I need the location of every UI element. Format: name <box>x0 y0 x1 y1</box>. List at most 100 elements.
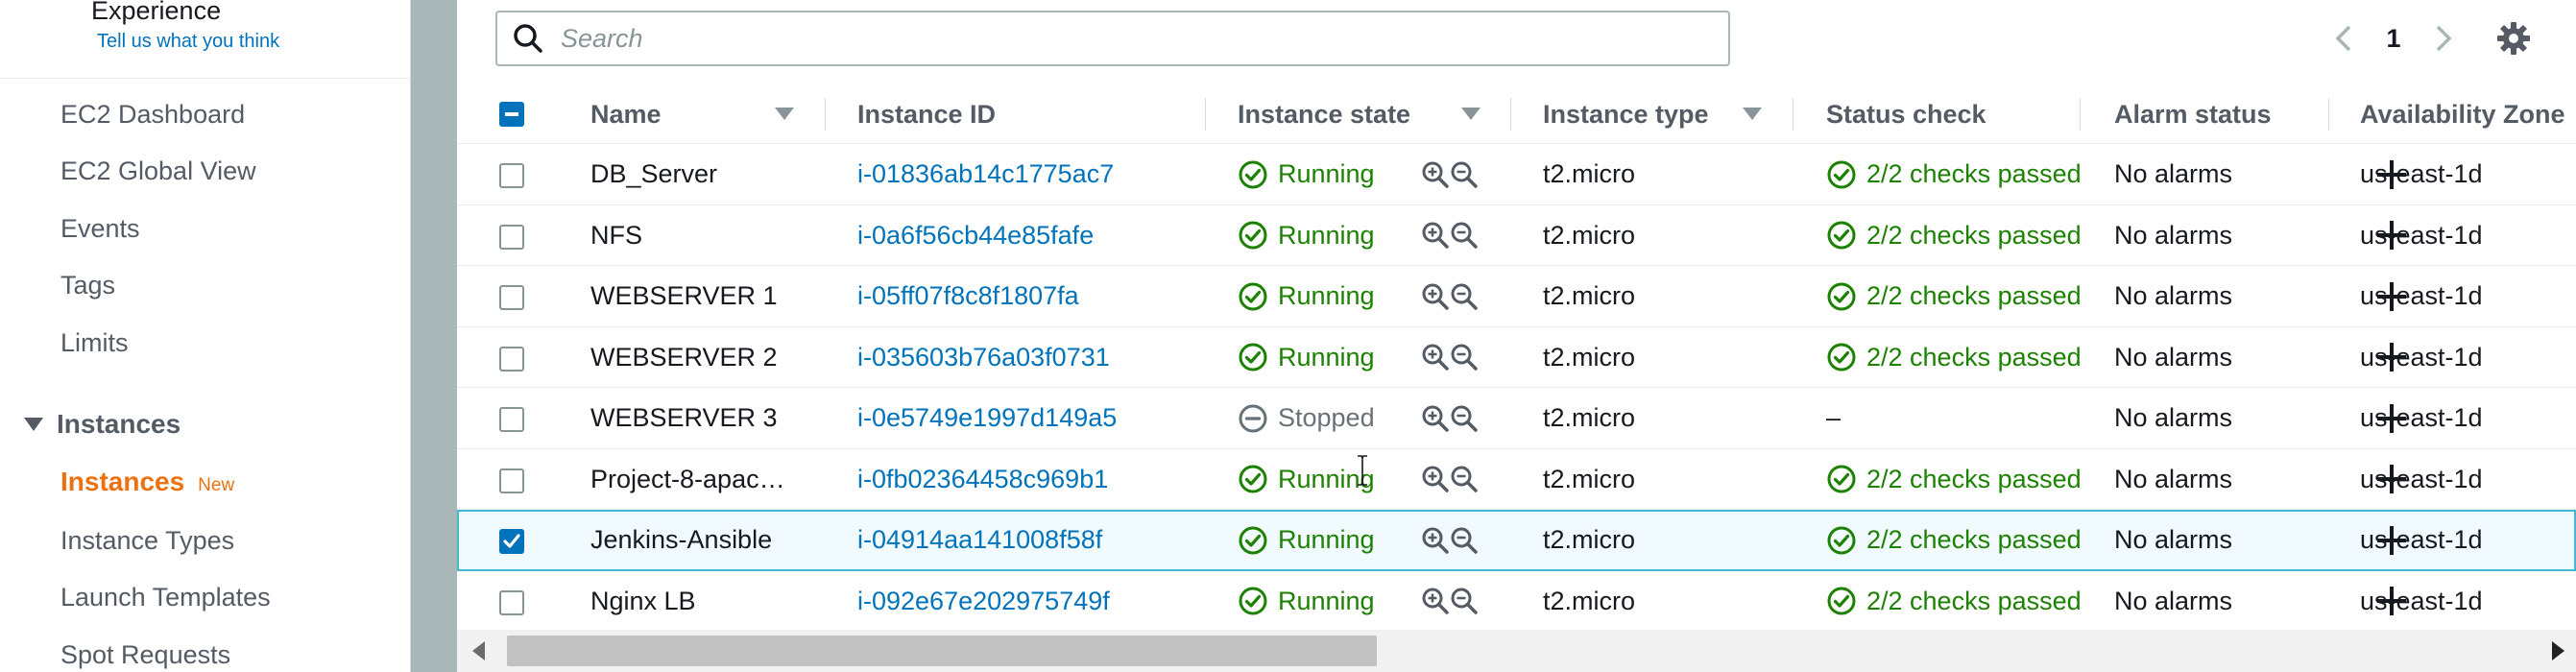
instance-id-link[interactable]: i-0a6f56cb44e85fafe <box>857 205 1094 266</box>
instance-id-link[interactable]: i-092e67e202975749f <box>857 571 1110 632</box>
search-input[interactable] <box>561 23 1665 54</box>
column-header-instance-state[interactable]: Instance state <box>1238 84 1410 144</box>
alarm-status: No alarms <box>2114 281 2233 310</box>
table-row[interactable]: Nginx LB i-092e67e202975749f Running t2.… <box>457 571 2576 632</box>
column-divider[interactable] <box>2080 98 2081 131</box>
chevron-left-icon[interactable] <box>2327 17 2360 60</box>
column-divider[interactable] <box>825 98 826 131</box>
row-checkbox[interactable] <box>499 163 524 188</box>
gear-icon[interactable] <box>2494 19 2533 58</box>
instance-state-label: Running <box>1278 586 1375 615</box>
feedback-link[interactable]: Tell us what you think <box>97 31 279 53</box>
instance-state: Running <box>1238 327 1375 388</box>
check-circle-icon <box>1826 281 1857 312</box>
sidebar-item-launch-templates[interactable]: Launch Templates <box>60 583 271 612</box>
alarm-status: No alarms <box>2114 464 2233 493</box>
instance-id-link[interactable]: i-01836ab14c1775ac7 <box>857 144 1114 204</box>
scroll-left-icon[interactable] <box>472 641 485 660</box>
zoom-in-icon[interactable] <box>1421 404 1450 433</box>
instance-id-link[interactable]: i-05ff07f8c8f1807fa <box>857 266 1079 326</box>
row-checkbox[interactable] <box>499 407 524 432</box>
instance-id-link[interactable]: i-0fb02364458c969b1 <box>857 449 1108 510</box>
table-row[interactable]: NFS i-0a6f56cb44e85fafe Running t2.micro <box>457 205 2576 266</box>
select-all-checkbox[interactable] <box>499 102 524 127</box>
column-divider[interactable] <box>1205 98 1206 131</box>
filter-icon[interactable] <box>1743 108 1762 120</box>
sidebar-item-spot-requests[interactable]: Spot Requests <box>60 640 230 670</box>
table-row[interactable]: Project-8-apac… i-0fb02364458c969b1 Runn… <box>457 449 2576 510</box>
horizontal-scrollbar[interactable] <box>457 630 2576 672</box>
scrollbar-thumb[interactable] <box>507 636 1377 666</box>
table-row[interactable]: WEBSERVER 2 i-035603b76a03f0731 Running … <box>457 327 2576 388</box>
zoom-out-icon[interactable] <box>1450 587 1479 615</box>
instance-id-link[interactable]: i-035603b76a03f0731 <box>857 327 1110 388</box>
instance-id-link[interactable]: i-0e5749e1997d149a5 <box>857 388 1117 448</box>
zoom-in-icon[interactable] <box>1421 221 1450 250</box>
zoom-out-icon[interactable] <box>1450 343 1479 372</box>
zoom-in-icon[interactable] <box>1421 587 1450 615</box>
sidebar-item-ec2-dashboard[interactable]: EC2 Dashboard <box>60 100 245 130</box>
sidebar-item-limits[interactable]: Limits <box>60 328 129 358</box>
zoom-out-icon[interactable] <box>1450 404 1479 433</box>
column-divider[interactable] <box>2328 98 2329 131</box>
alarm-status: No alarms <box>2114 525 2233 554</box>
sidebar-item-instances[interactable]: Instances New <box>60 467 234 497</box>
row-checkbox[interactable] <box>499 285 524 310</box>
new-badge: New <box>198 475 235 495</box>
column-header-status-check[interactable]: Status check <box>1826 84 1986 144</box>
status-check-label: 2/2 checks passed <box>1866 159 2082 188</box>
column-header-availability-zone[interactable]: Availability Zone <box>2360 84 2565 144</box>
sidebar-item-instance-types[interactable]: Instance Types <box>60 526 234 556</box>
column-header-alarm-status[interactable]: Alarm status <box>2114 84 2272 144</box>
row-checkbox[interactable] <box>499 224 524 250</box>
zoom-in-icon[interactable] <box>1421 526 1450 555</box>
instance-type: t2.micro <box>1543 342 1636 372</box>
instance-id-link[interactable]: i-04914aa141008f58f <box>857 510 1102 570</box>
chevron-right-icon[interactable] <box>2427 17 2460 60</box>
sidebar-section-instances[interactable]: Instances <box>24 407 181 442</box>
zoom-out-icon[interactable] <box>1450 160 1479 189</box>
zoom-out-icon[interactable] <box>1450 221 1479 250</box>
row-checkbox[interactable] <box>499 346 524 372</box>
filter-icon[interactable] <box>775 108 794 120</box>
zoom-out-icon[interactable] <box>1450 282 1479 311</box>
instance-state-label: Running <box>1278 525 1375 554</box>
zoom-in-icon[interactable] <box>1421 160 1450 189</box>
panel-resize-gutter[interactable] <box>411 0 457 672</box>
row-checkbox[interactable] <box>499 529 524 554</box>
search-box <box>495 11 1730 66</box>
page-number[interactable]: 1 <box>2360 24 2427 54</box>
instance-name: DB_Server <box>590 159 718 188</box>
sidebar-item-label: Instances <box>60 467 185 496</box>
instance-name: WEBSERVER 1 <box>590 281 778 310</box>
sidebar-item-ec2-global-view[interactable]: EC2 Global View <box>60 156 256 186</box>
table-row[interactable]: WEBSERVER 3 i-0e5749e1997d149a5 Stopped … <box>457 388 2576 449</box>
instance-type: t2.micro <box>1543 159 1636 188</box>
alarm-status: No alarms <box>2114 342 2233 372</box>
row-checkbox[interactable] <box>499 468 524 493</box>
table-row[interactable]: Jenkins-Ansible i-04914aa141008f58f Runn… <box>457 510 2576 571</box>
zoom-in-icon[interactable] <box>1421 343 1450 372</box>
sidebar-item-events[interactable]: Events <box>60 214 140 244</box>
column-header-name[interactable]: Name <box>590 84 662 144</box>
row-checkbox[interactable] <box>499 589 524 615</box>
sidebar-item-tags[interactable]: Tags <box>60 271 115 300</box>
zoom-controls <box>1421 266 1479 326</box>
column-header-instance-id[interactable]: Instance ID <box>857 84 996 144</box>
instance-state-label: Running <box>1278 281 1375 310</box>
check-circle-icon <box>1238 586 1268 616</box>
filter-icon[interactable] <box>1461 108 1481 120</box>
zoom-out-icon[interactable] <box>1450 526 1479 555</box>
instance-state-label: Running <box>1278 342 1375 372</box>
column-header-instance-type[interactable]: Instance type <box>1543 84 1709 144</box>
table-row[interactable]: DB_Server i-01836ab14c1775ac7 Running t2… <box>457 144 2576 205</box>
zoom-in-icon[interactable] <box>1421 282 1450 311</box>
status-check-label: 2/2 checks passed <box>1866 220 2082 250</box>
column-divider[interactable] <box>1793 98 1794 131</box>
zoom-in-icon[interactable] <box>1421 465 1450 493</box>
table-body: DB_Server i-01836ab14c1775ac7 Running t2… <box>457 144 2576 632</box>
zoom-out-icon[interactable] <box>1450 465 1479 493</box>
column-divider[interactable] <box>1510 98 1511 131</box>
scroll-right-icon[interactable] <box>2552 641 2564 660</box>
table-row[interactable]: WEBSERVER 1 i-05ff07f8c8f1807fa Running … <box>457 266 2576 327</box>
